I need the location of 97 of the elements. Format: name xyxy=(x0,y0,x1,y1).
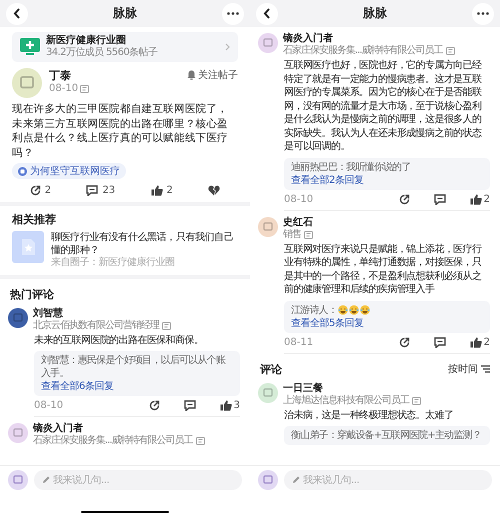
user-title: 石家庄保安服务集...威特特有限公司员工 xyxy=(283,45,443,57)
more-button[interactable] xyxy=(222,2,244,24)
reply-text: 迪丽热巴巴：我听懂你说的了 xyxy=(291,160,411,174)
more-icon xyxy=(477,12,489,15)
user-name[interactable]: 镝炎入门者 xyxy=(33,423,205,435)
share-button[interactable]: 2 xyxy=(30,184,52,196)
back-button[interactable] xyxy=(256,2,278,24)
reply-text: 江游诗人： xyxy=(291,304,338,316)
share-button[interactable] xyxy=(398,336,410,348)
page-title: 脉脉 xyxy=(363,5,387,22)
avatar[interactable] xyxy=(8,308,28,328)
pencil-icon xyxy=(42,476,50,484)
user-name[interactable]: 一日三餐 xyxy=(283,382,421,394)
related-post-source: 来自圈子：新医疗健康行业圈 xyxy=(51,256,176,268)
share-button[interactable] xyxy=(148,400,160,411)
page-title: 脉脉 xyxy=(113,5,137,22)
dislike-button[interactable] xyxy=(208,184,220,196)
badge-icon xyxy=(412,396,421,404)
related-post-title[interactable]: 聊医疗行业有没有什么黑话，只有我们自己懂的那种？ xyxy=(51,230,238,256)
reply-text: 衡山弟子：穿戴设备+互联网医院+主动监测？ xyxy=(291,429,481,442)
bell-icon xyxy=(187,70,196,80)
badge-icon xyxy=(446,47,455,55)
topic-tag[interactable]: 为何坚守互联网医疗 xyxy=(12,163,126,179)
user-title: 北京云佰执数有限公司营销经理 xyxy=(33,320,159,332)
badge-icon xyxy=(304,230,313,238)
user-title: 石家庄保安服务集...威特特有限公司员工 xyxy=(33,435,193,447)
thumbs-up-icon xyxy=(150,184,163,196)
comment-icon xyxy=(86,184,98,196)
badge-icon xyxy=(80,84,90,92)
user-title: 上海旭达信息科技有限公司员工 xyxy=(283,394,409,406)
comment-field[interactable]: 我来说几句... xyxy=(303,474,433,486)
share-icon xyxy=(30,184,41,196)
thumbs-up-icon xyxy=(470,336,482,348)
share-icon xyxy=(148,400,160,411)
section-title: 相关推荐 xyxy=(12,212,57,226)
topic-icon xyxy=(18,166,27,176)
reply-button[interactable] xyxy=(184,400,196,411)
thumbs-up-icon xyxy=(470,194,482,204)
user-name[interactable]: 镝炎入门者 xyxy=(283,33,455,45)
reply-button[interactable] xyxy=(434,194,446,204)
back-icon xyxy=(263,8,271,19)
post-text: 现在许多大的三甲医院都自建互联网医院了，未来第三方互联网医院的出路在哪里？核心盈利点是什么？线上医疗真的可以赋能线下医疗吗？ xyxy=(12,102,230,160)
user-title: 销售 xyxy=(283,228,301,240)
share-icon xyxy=(398,336,410,348)
comment-text: 治未病，这是一种终极理想状态。太难了 xyxy=(284,408,454,422)
like-button[interactable]: 2 xyxy=(150,184,173,196)
badge-icon xyxy=(196,437,205,445)
view-replies-link[interactable]: 查看全部5条回复 xyxy=(291,316,483,330)
comment-icon xyxy=(434,194,446,204)
comment-input[interactable]: 我来说几句... xyxy=(34,470,242,490)
group-name: 新医疗健康行业圈 xyxy=(46,35,127,46)
comment-input[interactable]: 我来说几句... xyxy=(284,470,492,490)
thumbs-up-icon xyxy=(220,400,232,411)
user-name[interactable]: 刘智慧 xyxy=(33,308,171,320)
like-button[interactable]: 2 xyxy=(470,336,490,348)
reply-box[interactable]: 迪丽热巴巴：我听懂你说的了 查看全部2条回复 xyxy=(284,158,490,190)
like-button[interactable]: 2 xyxy=(470,194,490,204)
author-name[interactable]: 丁泰 xyxy=(49,68,90,83)
reply-box[interactable]: 刘智慧：惠民保是个好项目，以后可以从个账入手。 查看全部6条回复 xyxy=(34,351,240,396)
comment-date: 08-11 xyxy=(284,336,314,348)
view-replies-link[interactable]: 查看全部6条回复 xyxy=(41,380,233,393)
like-button[interactable]: 3 xyxy=(220,400,240,411)
reply-text: 刘智慧：惠民保是个好项目，以后可以从个账入手。 xyxy=(41,354,226,380)
comment-icon xyxy=(184,400,196,411)
comment-date: 08-10 xyxy=(34,400,64,411)
reply-button[interactable] xyxy=(434,336,446,348)
document-thumbnail-icon xyxy=(12,230,44,262)
comment-text: 未来的互联网医院的出路在医保和商保。 xyxy=(34,334,204,347)
share-icon xyxy=(398,194,410,204)
chevron-right-icon xyxy=(225,43,230,51)
comment-date: 08-10 xyxy=(284,194,314,204)
user-name[interactable]: 史红石 xyxy=(283,216,313,228)
pencil-icon xyxy=(292,476,300,484)
comment-button[interactable]: 23 xyxy=(86,184,116,196)
post-date: 08-10 xyxy=(49,83,78,94)
group-stats: 34.2万位成员 5560条帖子 xyxy=(46,47,158,59)
sort-button[interactable]: 按时间 xyxy=(448,362,490,376)
more-button[interactable] xyxy=(472,2,494,24)
group-card[interactable]: 新医疗健康行业圈 34.2万位成员 5560条帖子 xyxy=(12,32,238,62)
monitor-plus-icon xyxy=(20,38,40,56)
share-button[interactable] xyxy=(398,194,410,204)
back-button[interactable] xyxy=(6,2,28,24)
comment-icon xyxy=(434,336,446,348)
comment-field[interactable]: 我来说几句... xyxy=(53,474,183,486)
back-icon xyxy=(13,8,21,19)
reply-box[interactable]: 江游诗人： 查看全部5条回复 xyxy=(284,300,490,332)
view-replies-link[interactable]: 查看全部2条回复 xyxy=(291,174,483,186)
badge-icon xyxy=(162,322,171,330)
sort-icon xyxy=(481,365,490,373)
follow-button[interactable]: 关注帖子 xyxy=(187,68,238,82)
broken-heart-icon xyxy=(208,184,220,196)
section-title: 评论 xyxy=(260,362,282,376)
comment-text: 互联网对医疗来说只是赋能，锦上添花，医疗行业有特殊的属性，单纯打通数据，对接医保，只是其中的一个路径，不是盈利点想获利必须从之前的健康管理和后续的疾病管理入手 xyxy=(284,242,483,296)
section-title: 热门评论 xyxy=(10,286,54,302)
reply-box[interactable]: 衡山弟子：穿戴设备+互联网医院+主动监测？ xyxy=(284,426,490,445)
more-icon xyxy=(227,12,239,15)
comment-text: 互联网医疗也好，医院也好，它的专属方向已经特定了就是有一定能力的慢病患者。这才是互联网医疗的专属菜系。因为它的核心在于是否能联网，没有网的流量才是大市场，至于说核心盈利是什么我认为是慢病之前的调理，这是很多人的实际缺失。我认为人在还未形成慢病之前的状态是可以回调的。 xyxy=(284,59,483,154)
